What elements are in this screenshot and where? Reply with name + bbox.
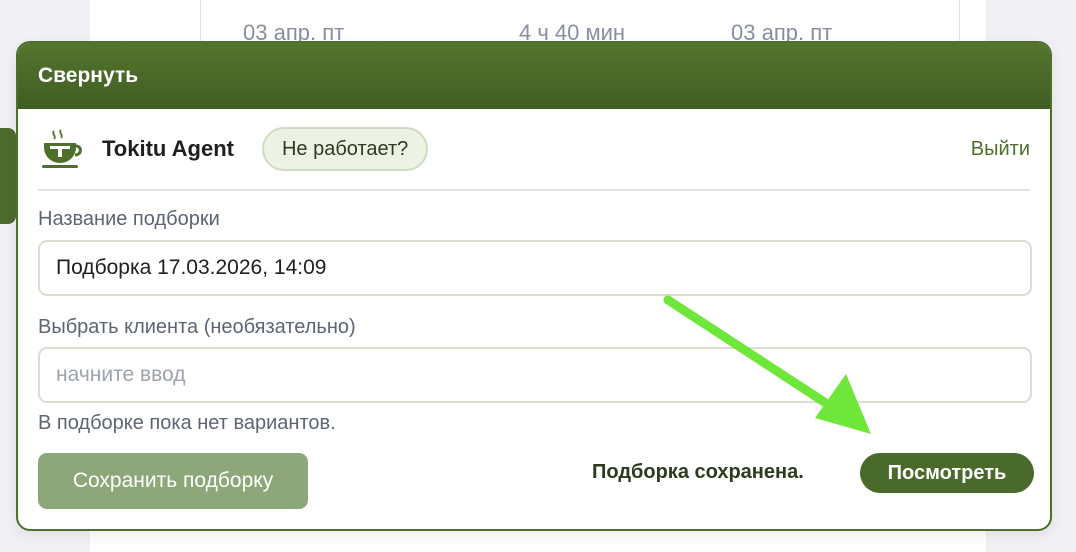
- saved-status-message: Подборка сохранена.: [592, 461, 804, 483]
- collapse-label: Свернуть: [38, 64, 139, 87]
- agent-name: Tokitu Agent: [102, 136, 234, 161]
- collapse-header[interactable]: Свернуть: [18, 43, 1050, 109]
- client-search-input[interactable]: [38, 347, 1032, 403]
- divider: [38, 189, 1030, 191]
- empty-collection-note: В подборке пока нет вариантов.: [38, 412, 336, 434]
- not-working-button[interactable]: Не работает?: [261, 127, 429, 171]
- logout-link[interactable]: Выйти: [971, 138, 1030, 161]
- client-label: Выбрать клиента (необязательно): [38, 316, 356, 338]
- agent-widget: Свернуть Tokitu Agent Не работает? Выйти…: [16, 41, 1052, 531]
- teacup-logo-icon: [42, 129, 82, 168]
- collection-name-label: Название подборки: [38, 208, 220, 230]
- save-collection-button[interactable]: Сохранить подборку: [38, 453, 308, 509]
- background-side-tab: [0, 128, 16, 224]
- agent-row: Tokitu Agent Не работает? Выйти: [40, 126, 1030, 172]
- view-collection-button[interactable]: Посмотреть: [860, 453, 1034, 493]
- collection-name-input[interactable]: [38, 240, 1032, 296]
